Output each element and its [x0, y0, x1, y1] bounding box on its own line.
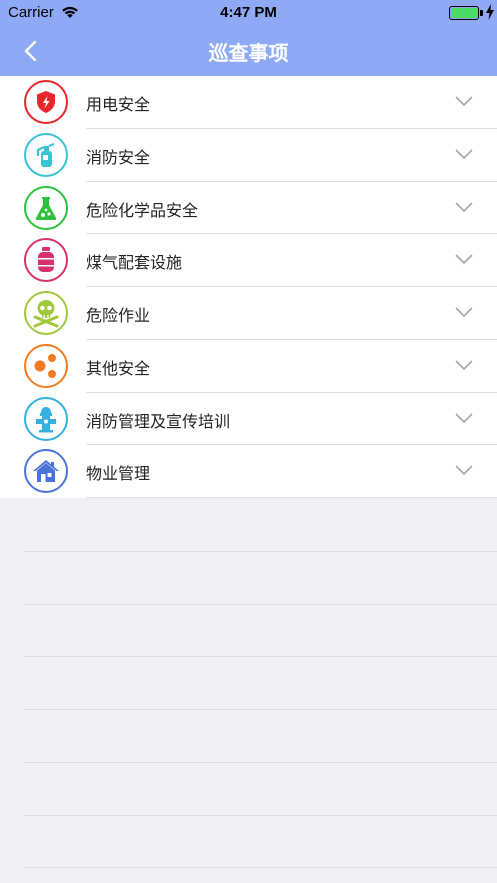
list-item-label: 消防安全	[86, 147, 151, 167]
list-item-other-safety[interactable]: 其他安全	[0, 340, 497, 393]
gas-cylinder-icon	[24, 238, 68, 283]
charging-bolt-icon	[486, 4, 494, 20]
empty-row-divider	[24, 604, 497, 605]
list-item-property-management[interactable]: 物业管理	[0, 445, 497, 498]
list-item-label: 煤气配套设施	[86, 253, 183, 273]
list-item-fire-management-training[interactable]: 消防管理及宣传培训	[0, 393, 497, 446]
empty-row-divider	[24, 867, 497, 868]
battery-icon	[449, 6, 479, 20]
empty-row-divider	[24, 709, 497, 710]
navigation-bar: 巡查事项	[0, 26, 497, 76]
fire-hydrant-icon	[24, 396, 68, 441]
chevron-down-icon	[455, 254, 473, 265]
empty-row-divider	[24, 656, 497, 657]
status-bar: Carrier 4:47 PM	[0, 0, 497, 26]
chevron-down-icon	[455, 360, 473, 370]
status-time: 4:47 PM	[220, 4, 277, 21]
list-item-electric-safety[interactable]: 用电安全	[0, 76, 497, 129]
chevron-down-icon	[455, 465, 473, 476]
empty-row-divider	[24, 762, 497, 763]
house-icon	[24, 449, 68, 494]
list-item-fire-safety[interactable]: 消防安全	[0, 129, 497, 182]
list-item-label: 危险化学品安全	[86, 200, 199, 220]
list-item-label: 消防管理及宣传培训	[86, 411, 231, 431]
list-item-label: 危险作业	[86, 306, 151, 325]
chemical-flask-icon	[24, 185, 68, 230]
chevron-down-icon	[455, 412, 473, 423]
list-item-label: 物业管理	[86, 464, 151, 484]
list-item-hazardous-chemicals[interactable]: 危险化学品安全	[0, 182, 497, 235]
fire-extinguisher-icon	[24, 132, 68, 177]
page-title: 巡查事项	[208, 41, 289, 65]
chevron-down-icon	[455, 201, 473, 212]
share-dots-icon	[24, 343, 68, 388]
electric-shield-icon	[24, 80, 68, 124]
empty-row-divider	[24, 815, 497, 816]
battery-cap	[480, 10, 483, 16]
inspection-list: 用电安全 消防安全 危险化学品安全 煤气配套设施 危险作业 其他安全 消防管理及…	[0, 76, 497, 498]
list-item-hazardous-work[interactable]: 危险作业	[0, 287, 497, 340]
chevron-down-icon	[455, 96, 473, 107]
empty-table-area	[0, 498, 497, 883]
chevron-down-icon	[455, 149, 473, 159]
list-item-gas-facilities[interactable]: 煤气配套设施	[0, 234, 497, 287]
empty-row-divider	[24, 551, 497, 552]
list-item-label: 其他安全	[86, 358, 151, 378]
chevron-down-icon	[455, 307, 473, 318]
skull-crossbones-icon	[24, 291, 68, 335]
list-item-label: 用电安全	[86, 95, 151, 114]
